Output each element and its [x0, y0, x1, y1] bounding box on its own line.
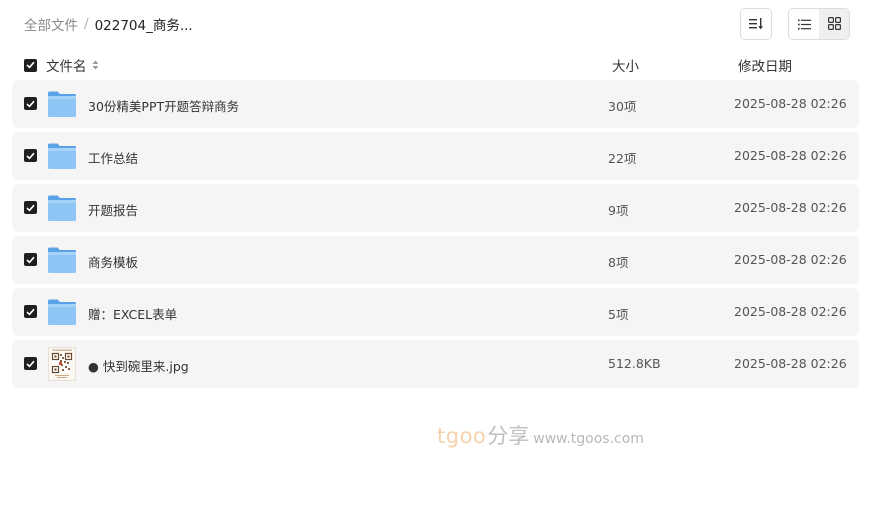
watermark-cn: 分享 [487, 424, 530, 448]
file-date: 2025-08-28 02:26 [734, 356, 847, 371]
header-name-column: 文件名 [24, 55, 99, 75]
header-name-label[interactable]: 文件名 [46, 55, 87, 75]
header-date-label[interactable]: 修改日期 [738, 55, 792, 75]
row-checkbox[interactable] [24, 253, 37, 266]
row-checkbox[interactable] [24, 305, 37, 318]
folder-icon [47, 297, 77, 327]
file-size: 512.8KB [608, 356, 661, 371]
breadcrumb: 全部文件 / 022704_商务... [24, 14, 193, 34]
file-date: 2025-08-28 02:26 [734, 200, 847, 215]
row-checkbox[interactable] [24, 357, 37, 370]
file-row[interactable]: 赠：EXCEL表单 5项 2025-08-28 02:26 [12, 288, 859, 336]
watermark-url: www.tgoos.com [533, 431, 644, 447]
file-name: 开题报告 [88, 203, 139, 218]
file-size: 9项 [608, 203, 629, 218]
file-date: 2025-08-28 02:26 [734, 252, 847, 267]
folder-icon [47, 193, 77, 223]
file-row[interactable]: 30份精美PPT开题答辩商务 30项 2025-08-28 02:26 [12, 80, 859, 128]
sort-toggle-icon[interactable] [92, 60, 99, 70]
top-bar: 全部文件 / 022704_商务... [0, 0, 874, 48]
file-name: 30份精美PPT开题答辩商务 [88, 99, 240, 114]
list-view-button[interactable] [789, 9, 819, 39]
folder-icon [47, 141, 77, 171]
view-toggle [788, 8, 850, 40]
row-checkbox[interactable] [24, 97, 37, 110]
select-all-checkbox[interactable] [24, 58, 37, 72]
file-row[interactable]: ● 快到碗里来.jpg 512.8KB 2025-08-28 02:26 [12, 340, 859, 388]
folder-icon [47, 89, 77, 119]
file-list-header: 文件名 大小 修改日期 [24, 52, 854, 76]
file-row[interactable]: 开题报告 9项 2025-08-28 02:26 [12, 184, 859, 232]
sort-button[interactable] [740, 8, 772, 40]
folder-icon [47, 245, 77, 275]
breadcrumb-root[interactable]: 全部文件 [24, 14, 78, 34]
header-size-label[interactable]: 大小 [612, 55, 639, 75]
file-size: 22项 [608, 151, 637, 166]
image-thumbnail-icon [48, 347, 76, 381]
file-size: 8项 [608, 255, 629, 270]
grid-view-button[interactable] [819, 9, 849, 39]
watermark-brand: tgoo [437, 424, 487, 448]
row-checkbox[interactable] [24, 149, 37, 162]
breadcrumb-current: 022704_商务... [94, 18, 193, 34]
file-name: ● 快到碗里来.jpg [88, 359, 189, 374]
file-size: 30项 [608, 99, 637, 114]
file-date: 2025-08-28 02:26 [734, 96, 847, 111]
file-size: 5项 [608, 307, 629, 322]
file-row[interactable]: 工作总结 22项 2025-08-28 02:26 [12, 132, 859, 180]
file-list: 30份精美PPT开题答辩商务 30项 2025-08-28 02:26 工作总结… [12, 80, 859, 392]
list-view-icon [797, 15, 811, 34]
row-checkbox[interactable] [24, 201, 37, 214]
file-date: 2025-08-28 02:26 [734, 148, 847, 163]
file-name: 赠：EXCEL表单 [88, 307, 178, 322]
file-name: 工作总结 [88, 151, 139, 166]
watermark: tgoo 分享 www.tgoos.com [437, 420, 644, 450]
grid-view-icon [827, 15, 841, 34]
file-date: 2025-08-28 02:26 [734, 304, 847, 319]
file-row[interactable]: 商务模板 8项 2025-08-28 02:26 [12, 236, 859, 284]
file-name: 商务模板 [88, 255, 139, 270]
breadcrumb-separator: / [84, 16, 89, 32]
sort-icon [749, 15, 763, 34]
